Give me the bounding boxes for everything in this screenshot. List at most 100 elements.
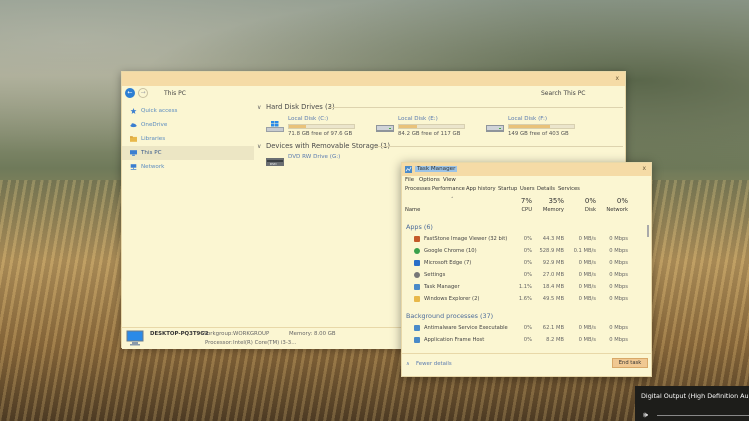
process-network: 0 Mbps [609, 296, 628, 302]
cloud-icon [130, 123, 137, 128]
task-manager-footer: ∧ Fewer details End task [402, 353, 651, 376]
tab-users[interactable]: Users [520, 186, 535, 192]
column-memory[interactable]: Memory [534, 207, 564, 213]
process-name: Google Chrome (10) [424, 248, 477, 254]
process-memory: 44.3 MB [542, 236, 564, 242]
drive-name: Local Disk (E:) [398, 116, 438, 122]
tab-startup[interactable]: Startup [498, 186, 517, 192]
process-cpu: 0% [523, 325, 532, 331]
task-manager-close-button[interactable]: x [642, 165, 646, 172]
process-memory: 62.1 MB [542, 325, 564, 331]
drive-usage-bar [398, 124, 465, 129]
background-process-row[interactable]: Antimalware Service Executable 0% 62.1 MB 0… [402, 322, 647, 334]
process-network: 0 Mbps [609, 337, 628, 343]
app-process-row[interactable]: FastStone Image Viewer (32 bit) 0% 44.3 MB… [402, 233, 647, 245]
processor-label: Processor: [205, 340, 233, 346]
sidebar-item-quick-access[interactable]: Quick access [122, 104, 254, 118]
search-input[interactable]: Search This PC [541, 90, 586, 97]
star-icon [130, 108, 137, 114]
group-divider [328, 107, 623, 108]
process-name: Antimalware Service Executable [424, 325, 508, 331]
windows-drive-icon [266, 121, 284, 132]
drive-f[interactable]: Local Disk (F:) 149 GB free of 403 GB [486, 116, 586, 140]
volume-flyout: Digital Output (High Definition Audio 🕪 [635, 386, 749, 421]
forward-arrow-icon[interactable]: → [138, 88, 148, 98]
process-memory: 18.4 MB [542, 284, 564, 290]
tab-performance[interactable]: Performance [432, 186, 465, 192]
process-disk: 0 MB/s [578, 296, 596, 302]
folder-icon [414, 296, 420, 302]
drive-e[interactable]: Local Disk (E:) 84.2 GB free of 117 GB [376, 116, 476, 140]
app-process-row[interactable]: Task Manager 1.1% 18.4 MB 0 MB/s 0 Mbps [402, 281, 647, 293]
details-pane: DESKTOP-PQ3T9G2 Workgroup: WORKGROUP Mem… [122, 327, 402, 349]
background-process-row[interactable]: Application Frame Host 0% 8.2 MB 0 MB/s 0 Mb… [402, 334, 647, 346]
process-network: 0 Mbps [609, 272, 628, 278]
process-disk: 0.1 MB/s [573, 248, 596, 254]
edge-icon [414, 260, 420, 266]
menu-file[interactable]: File [405, 177, 414, 183]
volume-slider[interactable] [657, 415, 749, 416]
sidebar-item-libraries[interactable]: Libraries [122, 132, 254, 146]
speaker-icon[interactable]: 🕪 [643, 410, 648, 420]
shield-icon [414, 325, 420, 331]
process-name: Windows Explorer (2) [424, 296, 480, 302]
process-cpu: 0% [523, 248, 532, 254]
app-process-row[interactable]: Google Chrome (10) 0% 528.9 MB 0.1 MB/s 0 Mb… [402, 245, 647, 257]
memory-total: 35% [548, 197, 564, 205]
task-manager-icon [414, 284, 420, 290]
column-name[interactable]: Name [405, 207, 420, 213]
process-list: Apps (6) FastStone Image Viewer (32 bit)… [402, 220, 647, 354]
chevron-down-icon: ∨ [257, 143, 262, 150]
process-cpu: 0% [523, 337, 532, 343]
sidebar-item-label: This PC [141, 150, 162, 156]
process-disk: 0 MB/s [578, 325, 596, 331]
explorer-close-button[interactable]: x [615, 75, 619, 82]
sort-caret-icon: ˄ [451, 197, 454, 203]
address-bar[interactable]: This PC [164, 90, 186, 97]
explorer-titlebar[interactable]: x [122, 72, 625, 86]
tab-services[interactable]: Services [558, 186, 580, 192]
drive-usage-fill [509, 125, 550, 128]
process-disk: 0 MB/s [578, 337, 596, 343]
explorer-toolbar: ← → This PC Search This PC [122, 86, 625, 100]
tab-details[interactable]: Details [537, 186, 555, 192]
app-process-row[interactable]: Settings 0% 27.0 MB 0 MB/s 0 Mbps [402, 269, 647, 281]
memory-value: 8.00 GB [314, 331, 336, 337]
end-task-button[interactable]: End task [612, 358, 648, 368]
process-name: Microsoft Edge (7) [424, 260, 472, 266]
cpu-total: 7% [520, 197, 532, 205]
app-frame-icon [414, 337, 420, 343]
sidebar-item-onedrive[interactable]: OneDrive [122, 118, 254, 132]
drive-g[interactable]: DVD DVD RW Drive (G:) [266, 152, 366, 176]
menu-options[interactable]: Options [419, 177, 440, 183]
hard-disk-group-header[interactable]: ∨ Hard Disk Drives (3) [256, 102, 626, 113]
workgroup-label: Workgroup: [202, 331, 234, 337]
app-process-row[interactable]: Microsoft Edge (7) 0% 92.9 MB 0 MB/s 0 Mbps [402, 257, 647, 269]
tab-processes[interactable]: Processes [405, 186, 431, 192]
column-cpu[interactable]: CPU [502, 207, 532, 213]
scrollbar-thumb[interactable] [647, 225, 649, 237]
sidebar-item-this-pc[interactable]: This PC [122, 146, 254, 160]
back-arrow-icon[interactable]: ← [125, 88, 135, 98]
app-process-row[interactable]: Windows Explorer (2) 1.6% 49.5 MB 0 MB/s 0 M… [402, 293, 647, 305]
sidebar-item-network[interactable]: Network [122, 160, 254, 174]
drive-c[interactable]: Local Disk (C:) 71.8 GB free of 97.6 GB [266, 116, 366, 140]
sidebar-item-label: OneDrive [141, 122, 168, 128]
image-viewer-icon [414, 236, 420, 242]
tab-app-history[interactable]: App history [466, 186, 496, 192]
task-manager-icon [405, 166, 412, 173]
drive-name: Local Disk (F:) [508, 116, 548, 122]
process-network: 0 Mbps [609, 248, 628, 254]
column-disk[interactable]: Disk [566, 207, 596, 213]
removable-group-header[interactable]: ∨ Devices with Removable Storage (1) [256, 141, 626, 152]
memory-label: Memory: [289, 331, 313, 337]
menu-view[interactable]: View [443, 177, 456, 183]
computer-icon [126, 330, 144, 346]
column-network[interactable]: Network [598, 207, 628, 213]
audio-device-name[interactable]: Digital Output (High Definition Audio [641, 392, 749, 400]
task-manager-titlebar[interactable]: Task Manager x [402, 163, 651, 176]
fewer-details-link[interactable]: Fewer details [416, 361, 452, 367]
drive-name: DVD RW Drive (G:) [288, 154, 341, 160]
process-name: FastStone Image Viewer (32 bit) [424, 236, 508, 242]
apps-list: FastStone Image Viewer (32 bit) 0% 44.3 MB… [402, 233, 647, 305]
